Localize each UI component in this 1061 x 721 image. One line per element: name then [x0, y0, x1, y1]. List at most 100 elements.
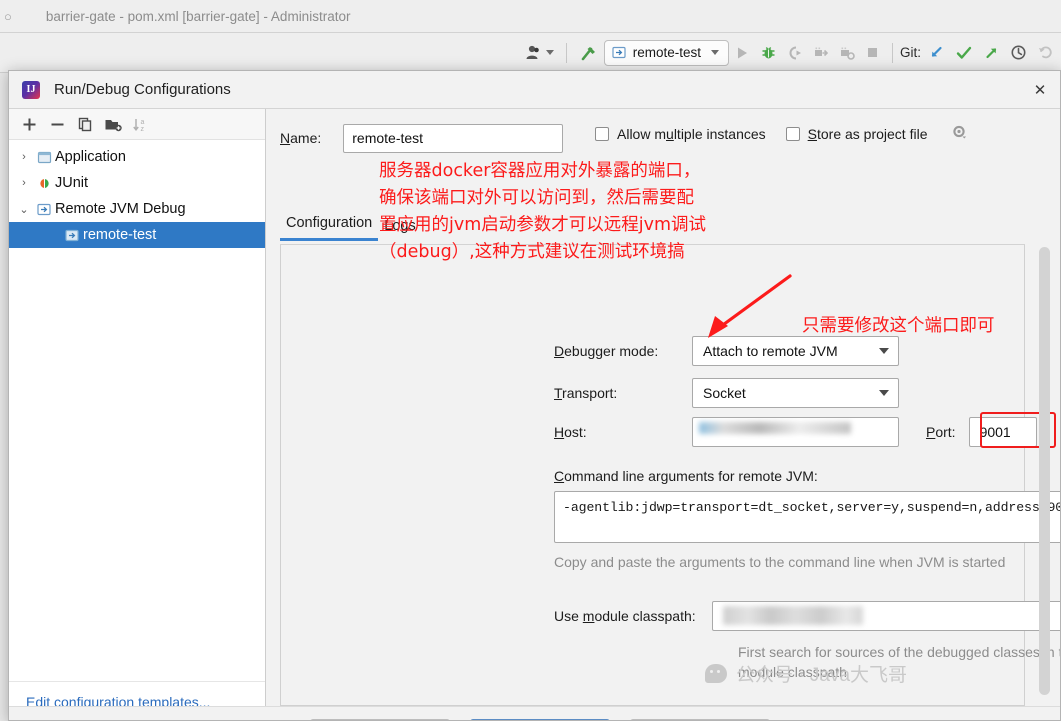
form-scrollbar-track[interactable] [1039, 247, 1050, 704]
store-as-project-file-label: Store as project file [808, 126, 928, 142]
transport-row: Transport: Socket [554, 378, 899, 408]
configuration-form-panel: Name: remote-test Allow multiple instanc… [266, 109, 1060, 721]
chevron-down-icon [546, 50, 554, 55]
port-label: Port: [926, 424, 956, 440]
attach-process-icon[interactable] [834, 39, 860, 67]
host-redacted-value [699, 422, 851, 434]
command-line-args-value: -agentlib:jdwp=transport=dt_socket,serve… [563, 500, 1060, 515]
svg-text:a: a [141, 119, 145, 126]
name-label: Name: [280, 130, 321, 146]
git-push-icon[interactable] [978, 39, 1005, 67]
configurations-tree-panel: a z › Application [9, 109, 266, 721]
port-input[interactable]: 9001 [969, 417, 1037, 447]
module-classpath-redacted-value [723, 606, 863, 625]
tab-configuration[interactable]: Configuration [280, 215, 378, 241]
transport-label: Transport: [554, 385, 692, 401]
module-classpath-hint: First search for sources of the debugged… [738, 642, 1060, 683]
run-configuration-name: remote-test [633, 45, 701, 60]
allow-multiple-instances-label: Allow multiple instances [617, 126, 766, 142]
command-line-args-textarea[interactable]: -agentlib:jdwp=transport=dt_socket,serve… [554, 491, 1060, 543]
tree-item-remote-jvm-debug[interactable]: ⌄ Remote JVM Debug [9, 196, 265, 222]
remote-config-icon [61, 228, 83, 243]
host-label: Host: [554, 424, 692, 440]
close-icon[interactable]: ✕ [1030, 80, 1050, 100]
allow-multiple-instances-checkbox[interactable]: Allow multiple instances [595, 126, 766, 142]
toolbar-divider [566, 43, 567, 63]
module-classpath-select[interactable] [712, 601, 1060, 631]
debugger-mode-value: Attach to remote JVM [703, 343, 838, 359]
chevron-right-icon[interactable]: › [15, 177, 33, 189]
module-classpath-hint-line2: module classpath [738, 662, 1060, 682]
build-hammer-icon[interactable] [574, 39, 604, 67]
form-scrollbar-thumb[interactable] [1039, 247, 1050, 695]
chevron-down-icon [879, 348, 889, 354]
tab-logs[interactable]: Logs [378, 218, 421, 241]
tree-item-label: Remote JVM Debug [55, 201, 186, 217]
ide-title-bar: ○ barrier-gate - pom.xml [barrier-gate] … [0, 0, 1061, 33]
dialog-header: IJ Run/Debug Configurations ✕ [9, 71, 1060, 109]
git-label: Git: [900, 45, 921, 60]
run-debug-configurations-dialog: IJ Run/Debug Configurations ✕ [8, 70, 1061, 721]
host-row: Host: [554, 417, 899, 447]
ide-toolbar: remote-test [0, 33, 1061, 73]
dialog-button-bar [9, 706, 1061, 720]
transport-select[interactable]: Socket [692, 378, 899, 408]
tree-item-label: remote-test [83, 227, 156, 243]
git-rollback-icon[interactable] [1032, 39, 1059, 67]
tree-item-remote-test[interactable]: remote-test [9, 222, 265, 248]
toolbar-divider [892, 43, 893, 63]
command-line-args-label: Command line arguments for remote JVM: [554, 468, 818, 484]
options-checkbox-group: Allow multiple instances Store as projec… [595, 125, 967, 143]
intellij-logo-icon: IJ [22, 81, 40, 99]
git-update-icon[interactable] [923, 39, 950, 67]
module-classpath-row: Use module classpath: [554, 601, 1060, 631]
tree-toolbar: a z [9, 109, 265, 140]
name-input[interactable]: remote-test [343, 124, 563, 153]
debugger-mode-row: Debugger mode: Attach to remote JVM [554, 336, 899, 366]
user-avatar-icon[interactable] [520, 39, 559, 67]
chevron-down-icon [711, 50, 719, 55]
svg-text:z: z [141, 126, 145, 133]
sort-configurations-button[interactable]: a z [128, 112, 154, 136]
command-line-args-header: Command line arguments for remote JVM: J… [554, 467, 1060, 484]
profile-icon[interactable] [808, 39, 834, 67]
tree-item-junit[interactable]: › JUnit [9, 170, 265, 196]
transport-value: Socket [703, 385, 746, 401]
tree-item-label: JUnit [55, 175, 88, 191]
store-as-project-file-checkbox[interactable]: Store as project file [786, 126, 928, 142]
add-configuration-button[interactable] [16, 112, 42, 136]
chevron-right-icon[interactable]: › [15, 151, 33, 163]
chevron-down-icon [879, 390, 889, 396]
copy-configuration-button[interactable] [72, 112, 98, 136]
module-classpath-label: Use module classpath: [554, 608, 696, 624]
window-title: barrier-gate - pom.xml [barrier-gate] - … [46, 9, 351, 24]
tree-item-application[interactable]: › Application [9, 144, 265, 170]
run-configuration-selector[interactable]: remote-test [604, 40, 729, 66]
port-row: Port: 9001 [926, 417, 1037, 447]
run-button[interactable] [729, 39, 755, 67]
tree-item-label: Application [55, 149, 126, 165]
port-input-value: 9001 [980, 424, 1011, 440]
checkbox-box [786, 127, 800, 141]
configuration-tabs: Configuration Logs [280, 215, 422, 241]
application-icon [33, 150, 55, 165]
stop-icon[interactable] [860, 39, 885, 67]
module-classpath-hint-line1: First search for sources of the debugged… [738, 642, 1060, 662]
debug-bug-icon[interactable] [755, 39, 782, 67]
gear-icon[interactable] [952, 125, 967, 143]
git-commit-icon[interactable] [950, 39, 978, 67]
remote-config-icon [612, 45, 627, 60]
git-history-icon[interactable] [1005, 39, 1032, 67]
dialog-title: Run/Debug Configurations [54, 81, 231, 98]
debugger-mode-label: Debugger mode: [554, 343, 692, 359]
save-configuration-button[interactable] [100, 112, 126, 136]
remove-configuration-button[interactable] [44, 112, 70, 136]
host-input[interactable] [692, 417, 899, 447]
configurations-tree: › Application › [9, 140, 265, 681]
chevron-down-icon[interactable]: ⌄ [15, 203, 33, 216]
junit-icon [33, 176, 55, 191]
debugger-mode-select[interactable]: Attach to remote JVM [692, 336, 899, 366]
window-menu-icon: ○ [4, 9, 12, 24]
run-with-coverage-icon[interactable] [782, 39, 808, 67]
checkbox-box [595, 127, 609, 141]
